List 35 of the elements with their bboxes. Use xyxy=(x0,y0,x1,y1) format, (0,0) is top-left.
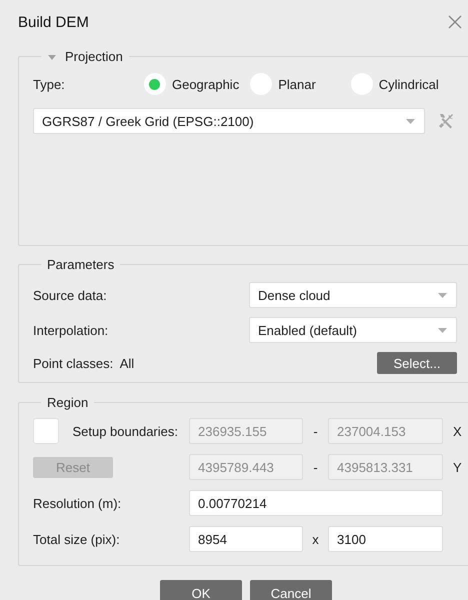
cancel-button[interactable]: Cancel xyxy=(250,580,332,600)
separator-text: - xyxy=(312,460,319,474)
section-title: Projection xyxy=(65,49,123,64)
separator-text: x xyxy=(311,532,320,546)
dropdown[interactable]: Enabled (default) xyxy=(249,317,457,343)
dropdown-arrow-icon xyxy=(438,328,447,332)
field-label: Point classes: All xyxy=(33,356,134,370)
tools-icon[interactable] xyxy=(437,112,455,130)
axis-label: X xyxy=(452,424,462,438)
checkbox-label[interactable]: Setup boundaries: xyxy=(72,424,178,438)
field-label: Source data: xyxy=(33,288,107,302)
field-label: Resolution (m): xyxy=(33,496,122,510)
radio-button[interactable] xyxy=(144,73,166,95)
dropdown[interactable]: Dense cloud xyxy=(249,282,457,308)
select-button[interactable]: Select... xyxy=(377,352,457,374)
dropdown-arrow-icon xyxy=(406,118,415,124)
crs-dropdown[interactable]: GGRS87 / Greek Grid (EPSG::2100) xyxy=(33,108,425,134)
radio-label[interactable]: Cylindrical xyxy=(378,76,439,92)
window-title: Build DEM xyxy=(18,14,89,30)
axis-label: Y xyxy=(452,460,462,474)
dropdown-arrow-icon xyxy=(438,292,447,298)
ok-button[interactable]: OK xyxy=(160,580,242,600)
radio-label[interactable]: Planar xyxy=(278,76,316,92)
input-field[interactable]: 0.00770214 xyxy=(189,490,443,516)
close-icon xyxy=(448,15,462,29)
radio-label[interactable]: Geographic xyxy=(172,76,240,92)
field-label: Total size (pix): xyxy=(33,532,120,546)
field-label: Interpolation: xyxy=(33,322,108,338)
field-label: Type: xyxy=(33,76,66,92)
input-field[interactable]: 8954 xyxy=(189,526,303,552)
separator-text: - xyxy=(312,424,319,438)
input-field[interactable]: 3100 xyxy=(328,526,443,552)
section-title: Parameters xyxy=(47,257,114,272)
checkbox[interactable] xyxy=(33,418,59,444)
section-title: Region xyxy=(47,395,88,410)
